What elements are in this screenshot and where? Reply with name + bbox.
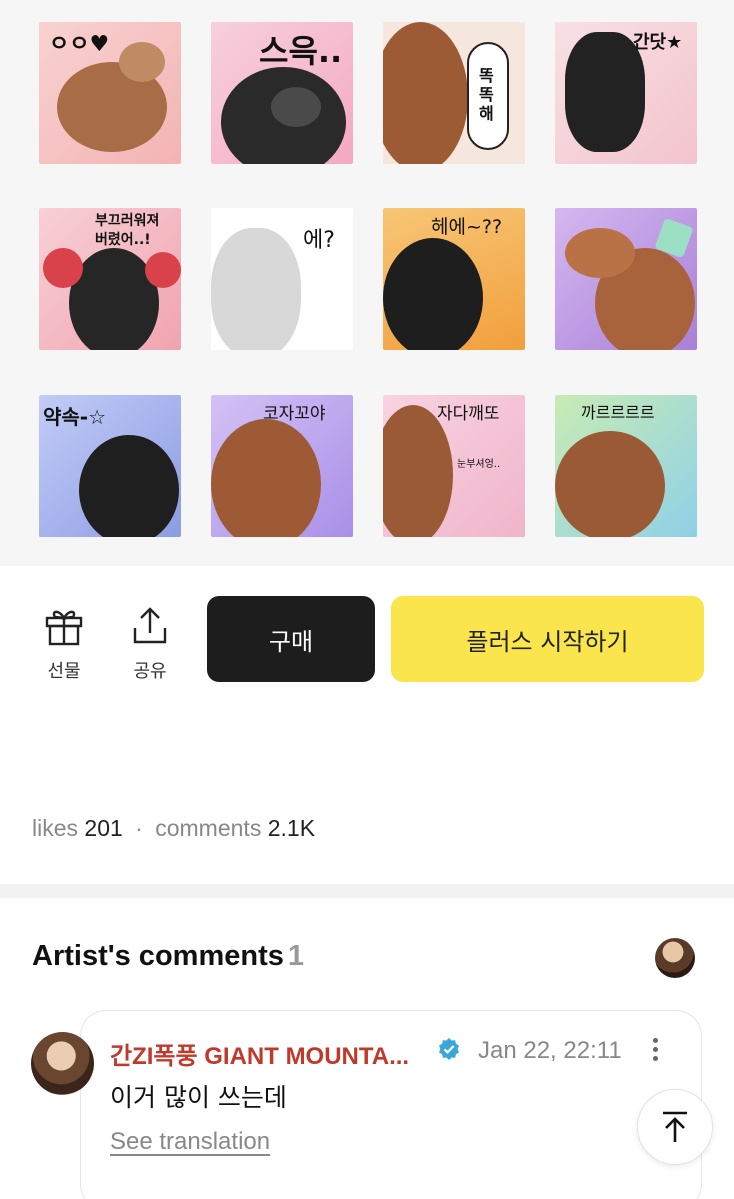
section-divider: [0, 884, 734, 898]
comment-text: 이거 많이 쓰는데: [110, 1083, 287, 1112]
sticker-2[interactable]: 스윽..: [211, 22, 353, 164]
sticker-5[interactable]: 부끄러워져 버렸어..!: [39, 208, 181, 350]
comments-label: comments: [155, 815, 262, 841]
arrow-up-icon: [663, 1111, 687, 1142]
sticker-12[interactable]: 까르르르르: [555, 395, 697, 537]
share-button[interactable]: 공유: [115, 606, 185, 683]
likes-count[interactable]: 201: [84, 815, 122, 841]
sticker-10[interactable]: 코자꼬야: [211, 395, 353, 537]
artist-comments-title: Artist's comments: [32, 940, 284, 972]
sticker-caption: 간닷★: [633, 32, 683, 53]
artist-avatar[interactable]: [655, 938, 695, 978]
commenter-avatar[interactable]: [31, 1032, 94, 1095]
sticker-subcaption: 눈부셔엉..: [457, 459, 501, 470]
artist-comments-heading: Artist's comments 1: [32, 940, 304, 973]
sticker-8[interactable]: [555, 208, 697, 350]
share-label: 공유: [133, 661, 167, 682]
more-options-icon[interactable]: [645, 1036, 665, 1062]
see-translation-link[interactable]: See translation: [110, 1128, 270, 1156]
sticker-caption: 부끄러워져 버렸어..!: [95, 213, 160, 248]
action-bar: 선물 공유 구매 플러스 시작하기: [0, 566, 734, 716]
sticker-11[interactable]: 자다깨또 눈부셔엉..: [383, 395, 525, 537]
engagement-stats: likes 201 · comments 2.1K: [32, 815, 315, 842]
buy-button[interactable]: 구매: [207, 596, 375, 682]
sticker-caption: 똑 똑 해: [479, 66, 494, 123]
sticker-caption: 까르르르르: [581, 403, 655, 422]
share-icon: [133, 607, 167, 644]
sticker-caption: 자다깨또: [437, 404, 500, 424]
sticker-caption: ㅇㅇ♥: [49, 32, 110, 57]
sticker-4[interactable]: 간닷★: [555, 22, 697, 164]
comments-count[interactable]: 2.1K: [268, 815, 315, 841]
sticker-caption: 스윽..: [259, 32, 343, 70]
plus-start-button[interactable]: 플러스 시작하기: [391, 596, 704, 682]
likes-label: likes: [32, 815, 79, 841]
gift-label: 선물: [47, 661, 81, 682]
sticker-caption: 헤에~??: [431, 216, 503, 238]
sticker-9[interactable]: 약속-☆: [39, 395, 181, 537]
sticker-6[interactable]: 에?: [211, 208, 353, 350]
stats-separator: ·: [135, 815, 143, 841]
gift-icon: [45, 610, 83, 646]
comment-date: Jan 22, 22:11: [478, 1037, 622, 1064]
verified-badge-icon: [439, 1038, 459, 1060]
sticker-grid: ㅇㅇ♥ 스윽.. 똑 똑 해 간닷★ 부끄러워져 버렸어..! 에? 헤에~??…: [0, 0, 734, 566]
sticker-caption: 코자꼬야: [263, 404, 326, 424]
sticker-3[interactable]: 똑 똑 해: [383, 22, 525, 164]
sticker-caption: 약속-☆: [43, 405, 107, 429]
sticker-caption: 에?: [303, 228, 335, 253]
comment-author[interactable]: 간ZI폭풍 GIANT MOUNTA...: [110, 1036, 409, 1071]
sticker-1[interactable]: ㅇㅇ♥: [39, 22, 181, 164]
gift-button[interactable]: 선물: [29, 606, 99, 683]
scroll-to-top-button[interactable]: [637, 1089, 713, 1165]
sticker-7[interactable]: 헤에~??: [383, 208, 525, 350]
artist-comments-count: 1: [287, 940, 304, 972]
